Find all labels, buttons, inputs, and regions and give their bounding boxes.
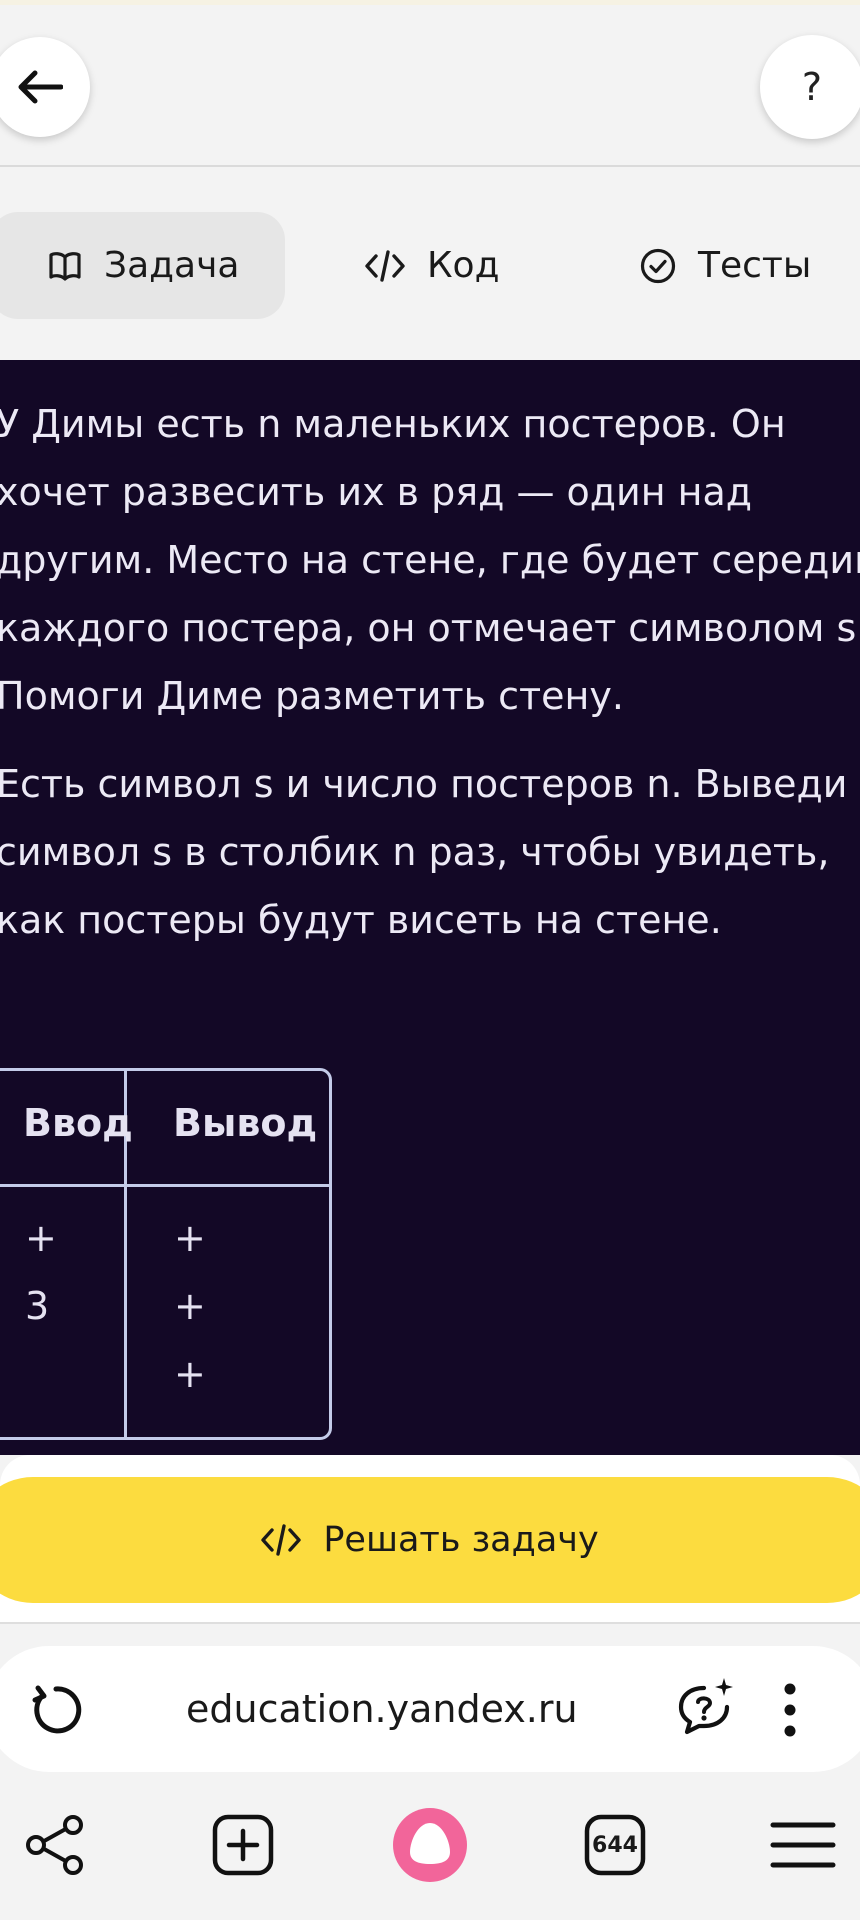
- input-value: +: [25, 1216, 57, 1260]
- plus-square-icon: [212, 1814, 274, 1876]
- page-header: ?: [0, 5, 860, 167]
- share-button[interactable]: [10, 1800, 100, 1890]
- input-value: 3: [25, 1284, 50, 1328]
- share-icon: [26, 1815, 83, 1875]
- output-value: +: [174, 1352, 206, 1396]
- chat-question-sparkle-icon: [678, 1678, 733, 1735]
- help-label: ?: [801, 65, 823, 109]
- task-line: каждого постера, он отмечает символом s.: [0, 606, 860, 650]
- browser-navbar: 644: [0, 1772, 860, 1920]
- solve-task-button[interactable]: Решать задачу: [0, 1477, 860, 1603]
- divider: [0, 1622, 860, 1624]
- tab-task-label: Задача: [104, 245, 240, 286]
- task-line: символ s в столбик n раз, чтобы увидеть,: [0, 830, 830, 874]
- task-line: У Димы есть n маленьких постеров. Он: [0, 402, 786, 446]
- more-vertical-icon: [784, 1683, 796, 1737]
- address-bar[interactable]: education.yandex.ru: [0, 1646, 860, 1772]
- back-button[interactable]: [0, 37, 90, 137]
- reload-icon: [32, 1685, 82, 1734]
- help-button[interactable]: ?: [760, 35, 860, 139]
- alice-icon: [393, 1808, 467, 1882]
- tabs-count: 644: [592, 1832, 638, 1858]
- alice-button[interactable]: [385, 1800, 475, 1890]
- example-table: Ввод Вывод + 3 + + +: [0, 1068, 332, 1440]
- tab-bar: Задача Код Тесты: [0, 167, 860, 360]
- code-icon: [261, 1524, 302, 1556]
- check-circle-icon: [640, 248, 676, 283]
- arrow-left-icon: [18, 70, 63, 104]
- output-header: Вывод: [173, 1101, 318, 1145]
- output-value: +: [174, 1216, 206, 1260]
- more-menu-button[interactable]: [778, 1680, 802, 1740]
- new-tab-button[interactable]: [198, 1800, 288, 1890]
- tab-task[interactable]: Задача: [0, 212, 285, 319]
- book-icon: [49, 251, 81, 281]
- task-line: как постеры будут висеть на стене.: [0, 898, 722, 942]
- url-text[interactable]: education.yandex.ru: [186, 1646, 586, 1772]
- ask-ai-button[interactable]: [674, 1676, 738, 1740]
- task-line: хочет развесить их в ряд — один над: [0, 470, 753, 514]
- menu-button[interactable]: [758, 1800, 848, 1890]
- tab-code[interactable]: Код: [365, 212, 499, 319]
- reload-button[interactable]: [28, 1682, 84, 1738]
- tab-tests[interactable]: Тесты: [640, 212, 811, 319]
- task-line: другим. Место на стене, где будет середи…: [0, 538, 860, 582]
- task-line: Помоги Диме разметить стену.: [0, 674, 624, 718]
- task-line: Есть символ s и число постеров n. Выведи: [0, 762, 848, 806]
- output-value: +: [174, 1284, 206, 1328]
- task-paragraph-2: Есть символ s и число постеров n. Выведи…: [0, 750, 860, 954]
- hamburger-menu-icon: [770, 1822, 836, 1868]
- tab-code-label: Код: [427, 245, 500, 286]
- tabs-button[interactable]: 644: [570, 1800, 660, 1890]
- solve-task-label: Решать задачу: [323, 1520, 599, 1560]
- task-paragraph-1: У Димы есть n маленьких постеров. Он хоч…: [0, 390, 860, 730]
- table-header-divider: [0, 1184, 329, 1187]
- input-header: Ввод: [23, 1101, 133, 1145]
- code-icon: [365, 249, 405, 282]
- task-content: У Димы есть n маленьких постеров. Он хоч…: [0, 360, 860, 1455]
- tab-tests-label: Тесты: [698, 245, 812, 286]
